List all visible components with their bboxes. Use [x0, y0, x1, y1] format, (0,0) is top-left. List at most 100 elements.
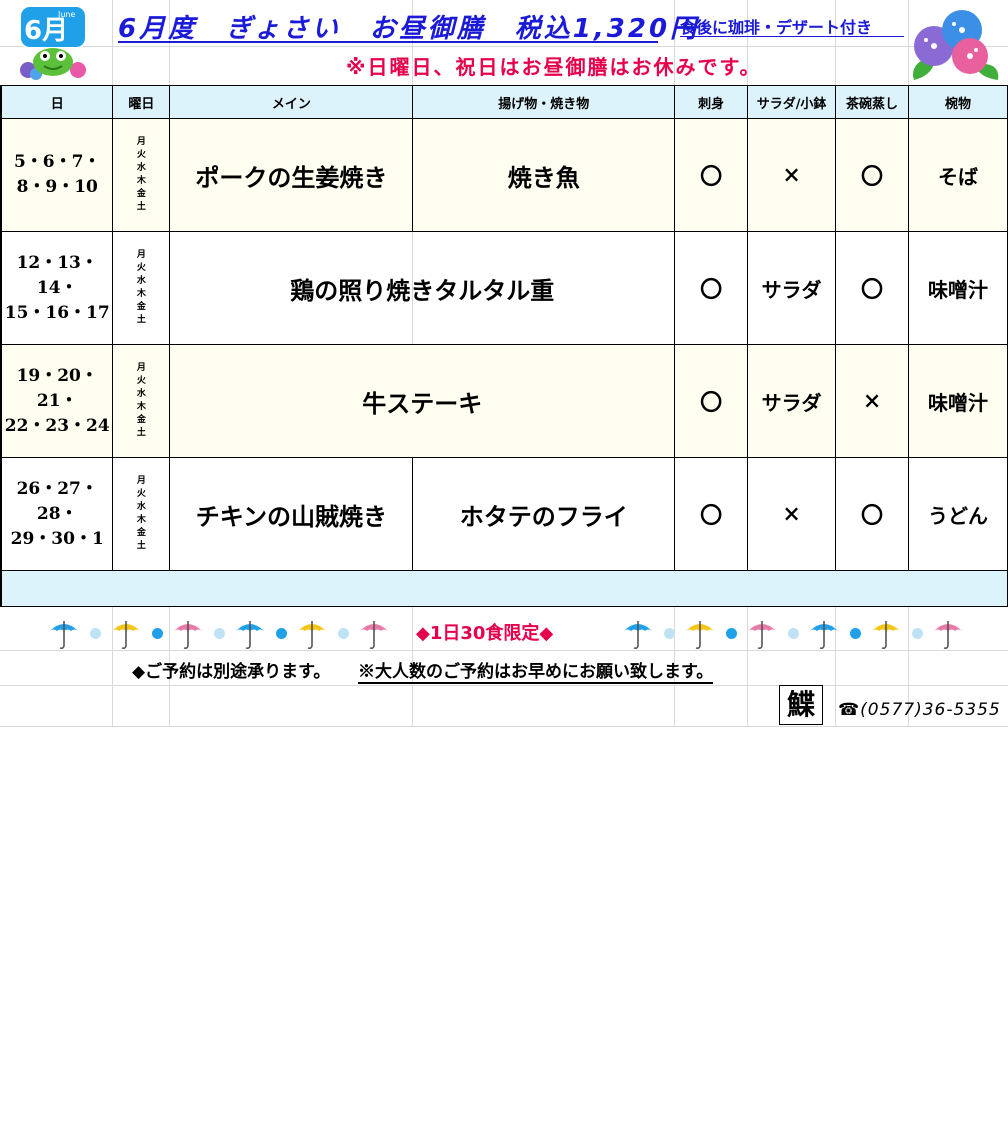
soup-cell: うどん — [908, 457, 1008, 571]
salad-cell: サラダ — [747, 344, 837, 458]
weekday: 火 — [136, 150, 146, 160]
menu-table: 日 曜日 メイン 揚げ物・焼き物 刺身 サラダ/小鉢 茶碗蒸し 椀物 5・6・7… — [0, 85, 1008, 607]
weekday: 月 — [136, 137, 146, 147]
large-group-note: ※大人数のご予約はお早めにお願い致します。 — [358, 657, 714, 684]
restaurant-logo: 鰈 — [779, 685, 823, 725]
weekday: 金 — [136, 189, 146, 199]
soup-cell: そば — [908, 118, 1008, 232]
weekday: 水 — [136, 163, 146, 173]
hydrangea-icon — [904, 6, 1004, 84]
month-badge-icon: 6月 June — [14, 4, 92, 80]
main-dish-cell: チキンの山賊焼き — [169, 457, 414, 571]
col-header-weekday: 曜日 — [112, 85, 171, 119]
weekday-cell: 月 火 水 木 金 土 — [112, 231, 171, 345]
col-header-main: メイン — [169, 85, 414, 119]
weekday: 金 — [136, 302, 146, 312]
date-line: 15・16・17 — [4, 302, 110, 323]
umbrella-icon — [746, 617, 778, 651]
sashimi-cell: 〇 — [674, 118, 749, 232]
weekday-cell: 月 火 水 木 金 土 — [112, 344, 171, 458]
date-cell: 5・6・7・ 8・9・10 — [0, 118, 114, 232]
closure-notice: ※日曜日、祝日はお昼御膳はお休みです。 — [346, 55, 762, 79]
date-line: 22・23・24 — [4, 415, 110, 436]
weekday: 水 — [136, 389, 146, 399]
sashimi-cell: 〇 — [674, 457, 749, 571]
footer-band — [0, 570, 1008, 607]
sashimi-cell: 〇 — [674, 231, 749, 345]
salad-cell: × — [747, 457, 837, 571]
date-line: 29・30・1 — [10, 528, 104, 549]
date-cell: 12・13・14・ 15・16・17 — [0, 231, 114, 345]
date-line: 8・9・10 — [16, 177, 98, 197]
subtitle-underline — [680, 36, 904, 37]
date-cell: 26・27・28・ 29・30・1 — [0, 457, 114, 571]
raindrop-icon — [152, 628, 163, 639]
title-underline — [118, 41, 658, 43]
date-line: 12・13・14・ — [16, 252, 98, 298]
salad-cell: サラダ — [747, 231, 837, 345]
weekday: 土 — [136, 541, 146, 551]
col-header-soup: 椀物 — [908, 85, 1008, 119]
weekday-cell: 月 火 水 木 金 土 — [112, 118, 171, 232]
umbrella-icon — [870, 617, 902, 651]
soup-cell: 味噌汁 — [908, 344, 1008, 458]
umbrella-icon — [808, 617, 840, 651]
reservation-note: ◆ご予約は別途承ります。 — [132, 662, 331, 682]
fried-dish-cell: ホタテのフライ — [412, 457, 676, 571]
raindrop-icon — [90, 628, 101, 639]
salad-cell: × — [747, 118, 837, 232]
month-badge-english: June — [58, 10, 76, 19]
subtitle: 食後に珈琲・デザート付き — [680, 18, 873, 37]
table-row: 5・6・7・ 8・9・10 月 火 水 木 金 土 ポークの生姜焼き 焼き魚 〇… — [0, 118, 1008, 232]
table-header-row: 日 曜日 メイン 揚げ物・焼き物 刺身 サラダ/小鉢 茶碗蒸し 椀物 — [0, 85, 1008, 119]
main-dish-cell: 鶏の照り焼きタルタル重 — [169, 231, 676, 345]
weekday: 木 — [136, 402, 146, 412]
table-footer-row — [0, 570, 1008, 607]
main-dish-cell: ポークの生姜焼き — [169, 118, 414, 232]
weekday: 木 — [136, 515, 146, 525]
weekday: 月 — [136, 363, 146, 373]
weekday-cell: 月 火 水 木 金 土 — [112, 457, 171, 571]
raindrop-icon — [912, 628, 923, 639]
col-header-date: 日 — [0, 85, 114, 119]
chawanmushi-cell: 〇 — [835, 231, 910, 345]
date-cell: 19・20・21・ 22・23・24 — [0, 344, 114, 458]
weekday: 水 — [136, 502, 146, 512]
weekday: 月 — [136, 476, 146, 486]
daily-limit-label: ◆1日30食限定◆ — [416, 623, 554, 644]
phone-number: ☎(0577)36-5355 — [838, 700, 1001, 720]
weekday: 水 — [136, 276, 146, 286]
umbrella-icon — [234, 617, 266, 651]
weekday: 土 — [136, 315, 146, 325]
weekday: 木 — [136, 176, 146, 186]
umbrella-icon — [684, 617, 716, 651]
raindrop-icon — [338, 628, 349, 639]
umbrella-icon — [110, 617, 142, 651]
weekday: 火 — [136, 489, 146, 499]
raindrop-icon — [850, 628, 861, 639]
umbrella-icon — [622, 617, 654, 651]
date-line: 19・20・21・ — [16, 365, 98, 411]
weekday: 金 — [136, 415, 146, 425]
col-header-fried: 揚げ物・焼き物 — [412, 85, 676, 119]
raindrop-icon — [276, 628, 287, 639]
raindrop-icon — [214, 628, 225, 639]
umbrella-icon — [932, 617, 964, 651]
umbrella-icon — [48, 617, 80, 651]
raindrop-icon — [664, 628, 675, 639]
weekday: 金 — [136, 528, 146, 538]
chawanmushi-cell: × — [835, 344, 910, 458]
weekday: 火 — [136, 263, 146, 273]
soup-cell: 味噌汁 — [908, 231, 1008, 345]
main-dish-cell: 牛ステーキ — [169, 344, 676, 458]
umbrella-icon — [172, 617, 204, 651]
date-line: 5・6・7・ — [13, 152, 101, 172]
fried-dish-cell: 焼き魚 — [412, 118, 676, 232]
weekday: 火 — [136, 376, 146, 386]
table-row: 19・20・21・ 22・23・24 月 火 水 木 金 土 牛ステーキ 〇 サ… — [0, 344, 1008, 458]
col-header-sashimi: 刺身 — [674, 85, 749, 119]
table-row: 26・27・28・ 29・30・1 月 火 水 木 金 土 チキンの山賊焼き ホ… — [0, 457, 1008, 571]
raindrop-icon — [788, 628, 799, 639]
sashimi-cell: 〇 — [674, 344, 749, 458]
col-header-chawanmushi: 茶碗蒸し — [835, 85, 910, 119]
